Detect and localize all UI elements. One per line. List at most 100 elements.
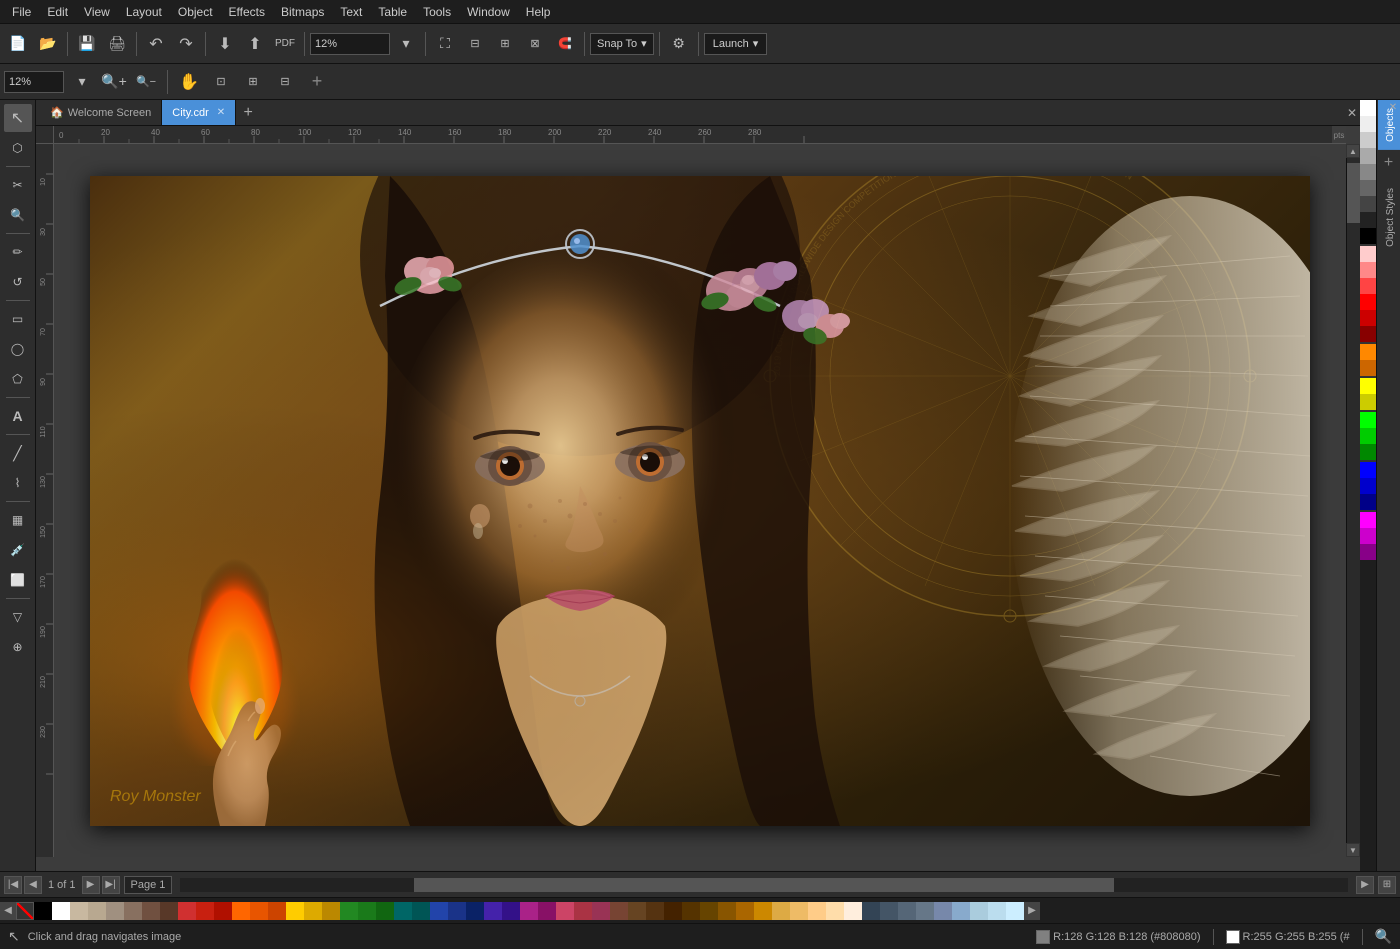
polygon-tool[interactable]: ⬠ xyxy=(4,365,32,393)
palette-30[interactable] xyxy=(736,902,754,920)
palette-42[interactable] xyxy=(952,902,970,920)
text-tool[interactable]: A xyxy=(4,402,32,430)
palette-white[interactable] xyxy=(52,902,70,920)
save-button[interactable]: 💾 xyxy=(73,30,101,58)
palette-7[interactable] xyxy=(196,902,214,920)
side-color-14[interactable] xyxy=(1360,394,1376,410)
palette-blue[interactable] xyxy=(430,902,448,920)
scroll-down-arrow[interactable]: ▼ xyxy=(1346,843,1360,857)
redo-button[interactable]: ↷ xyxy=(172,30,200,58)
side-color-5[interactable] xyxy=(1360,180,1376,196)
palette-5[interactable] xyxy=(142,902,160,920)
first-page-button[interactable]: |◀ xyxy=(4,876,22,894)
side-color-white[interactable] xyxy=(1360,100,1376,116)
palette-23[interactable] xyxy=(610,902,628,920)
side-color-6[interactable] xyxy=(1360,196,1376,212)
zoom-to-selection[interactable]: ⊡ xyxy=(207,68,235,96)
palette-red[interactable] xyxy=(178,902,196,920)
connector-tool[interactable]: ⌇ xyxy=(4,469,32,497)
side-color-16[interactable] xyxy=(1360,444,1376,460)
menu-file[interactable]: File xyxy=(4,3,39,21)
side-color-17[interactable] xyxy=(1360,478,1376,494)
grid-button[interactable]: ⊞ xyxy=(491,30,519,58)
page-label[interactable]: Page 1 xyxy=(124,876,173,894)
node-tool[interactable]: ⬡ xyxy=(4,134,32,162)
side-color-10[interactable] xyxy=(1360,278,1376,294)
right-panel-close[interactable]: ✕ xyxy=(1386,100,1400,114)
palette-purple[interactable] xyxy=(484,902,502,920)
side-color-13[interactable] xyxy=(1360,360,1376,376)
zoom-fit-button[interactable]: ⊞ xyxy=(1378,876,1396,894)
add-page-button[interactable]: + xyxy=(303,68,331,96)
zoom-dropdown-button[interactable]: ▾ xyxy=(392,30,420,58)
tab-city-cdr[interactable]: City.cdr ✕ xyxy=(162,100,236,125)
palette-17[interactable] xyxy=(466,902,484,920)
zoom-tool[interactable]: 🔍 xyxy=(4,201,32,229)
palette-41[interactable] xyxy=(934,902,952,920)
palette-34[interactable] xyxy=(808,902,826,920)
print-button[interactable]: 🖨 xyxy=(103,30,131,58)
palette-33[interactable] xyxy=(790,902,808,920)
open-button[interactable]: 📂 xyxy=(34,30,62,58)
side-color-15[interactable] xyxy=(1360,428,1376,444)
undo-button[interactable]: ↶ xyxy=(142,30,170,58)
palette-3[interactable] xyxy=(106,902,124,920)
menu-help[interactable]: Help xyxy=(518,3,559,21)
last-page-button[interactable]: ▶| xyxy=(102,876,120,894)
palette-black[interactable] xyxy=(34,902,52,920)
add-tab-button[interactable]: + xyxy=(236,101,260,125)
palette-27[interactable] xyxy=(682,902,700,920)
side-color-7[interactable] xyxy=(1360,212,1376,228)
no-fill-swatch[interactable] xyxy=(16,902,34,920)
side-color-black[interactable] xyxy=(1360,228,1376,244)
palette-18[interactable] xyxy=(502,902,520,920)
zoom-to-all[interactable]: ⊟ xyxy=(271,68,299,96)
menu-tools[interactable]: Tools xyxy=(415,3,459,21)
zoom-display-second[interactable]: 12% xyxy=(4,71,64,93)
palette-orange[interactable] xyxy=(232,902,250,920)
import-button[interactable]: ⬇ xyxy=(211,30,239,58)
palette-19[interactable] xyxy=(538,902,556,920)
scroll-right-button[interactable]: ▶ xyxy=(1356,876,1374,894)
horizontal-scrollbar[interactable] xyxy=(180,878,1348,892)
menu-table[interactable]: Table xyxy=(370,3,415,21)
side-color-3[interactable] xyxy=(1360,148,1376,164)
palette-31[interactable] xyxy=(754,902,772,920)
side-color-18[interactable] xyxy=(1360,494,1376,510)
menu-effects[interactable]: Effects xyxy=(221,3,273,21)
side-color-yellow[interactable] xyxy=(1360,378,1376,394)
prev-page-button[interactable]: ◀ xyxy=(24,876,42,894)
artwork-container[interactable]: 2019 CORELDRAW WORLDWIDE DESIGN COMPETIT… xyxy=(54,144,1346,857)
side-color-green[interactable] xyxy=(1360,412,1376,428)
ellipse-tool[interactable]: ◯ xyxy=(4,335,32,363)
guides-button[interactable]: ⊠ xyxy=(521,30,549,58)
palette-29[interactable] xyxy=(718,902,736,920)
object-styles-tab[interactable]: Object Styles xyxy=(1378,180,1400,255)
palette-13[interactable] xyxy=(358,902,376,920)
palette-6[interactable] xyxy=(160,902,178,920)
menu-edit[interactable]: Edit xyxy=(39,3,76,21)
freehand-tool[interactable]: ✏ xyxy=(4,238,32,266)
new-button[interactable]: 📄 xyxy=(4,30,32,58)
palette-32[interactable] xyxy=(772,902,790,920)
snap-to-dropdown[interactable]: Snap To ▾ xyxy=(590,33,654,55)
menu-object[interactable]: Object xyxy=(170,3,221,21)
palette-scroll-left[interactable]: ◀ xyxy=(0,902,16,920)
palette-24[interactable] xyxy=(628,902,646,920)
right-panel-add[interactable]: + xyxy=(1378,152,1400,174)
side-color-blue[interactable] xyxy=(1360,462,1376,478)
palette-10[interactable] xyxy=(268,902,286,920)
menu-layout[interactable]: Layout xyxy=(118,3,170,21)
eraser-tool[interactable]: ⬜ xyxy=(4,566,32,594)
side-color-12[interactable] xyxy=(1360,326,1376,342)
palette-2[interactable] xyxy=(88,902,106,920)
side-color-8[interactable] xyxy=(1360,246,1376,262)
palette-36[interactable] xyxy=(844,902,862,920)
palette-12[interactable] xyxy=(322,902,340,920)
scroll-thumb-h[interactable] xyxy=(414,878,1115,892)
snap-button[interactable]: 🧲 xyxy=(551,30,579,58)
palette-44[interactable] xyxy=(988,902,1006,920)
side-color-20[interactable] xyxy=(1360,544,1376,560)
side-color-1[interactable] xyxy=(1360,116,1376,132)
crop-tool[interactable]: ✂ xyxy=(4,171,32,199)
